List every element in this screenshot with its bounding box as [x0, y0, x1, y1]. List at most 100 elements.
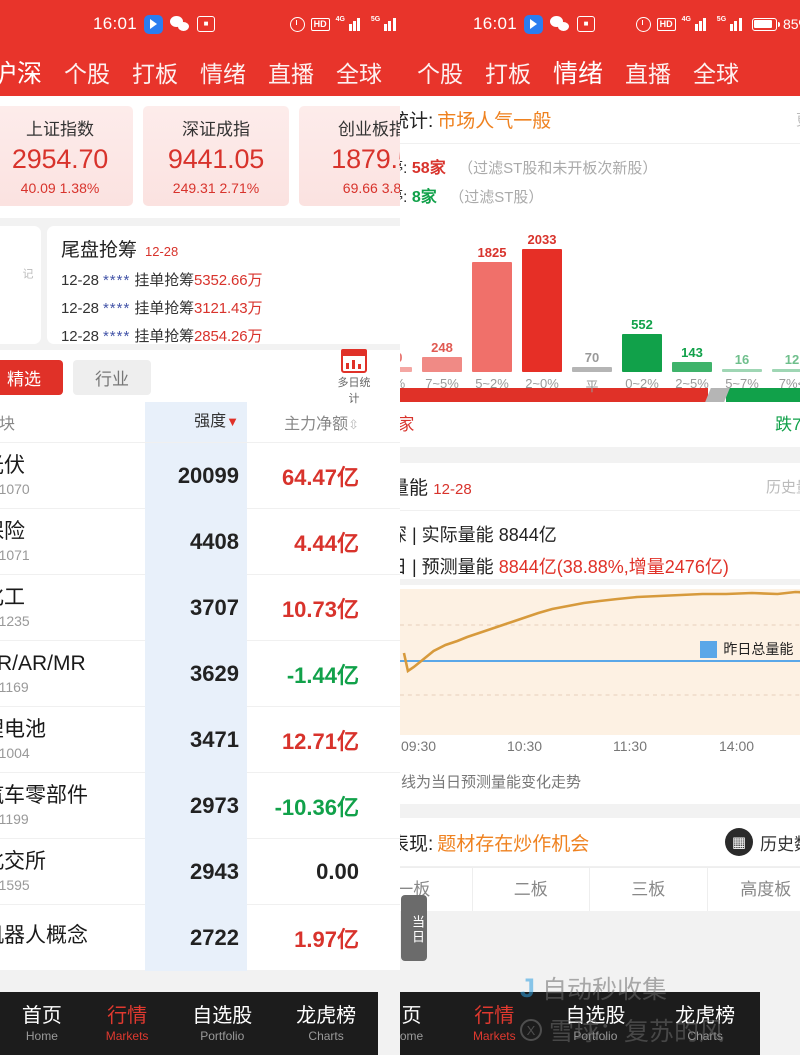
bottom-nav[interactable]: 页 ome 行情 Markets 自选股 Portfolio 龙虎榜 Chart… — [400, 992, 760, 1055]
table-row[interactable]: 化工 801235 3707 10.73亿 — [0, 574, 400, 641]
column-header-sector[interactable]: 板块 — [0, 410, 145, 434]
table-row[interactable]: 北交所 801595 2943 0.00 — [0, 838, 400, 905]
nav-tab-hushen[interactable]: 沪深 — [0, 54, 53, 90]
index-card[interactable]: 深证成指 9441.05 249.31 2.71% — [143, 106, 289, 206]
section-divider — [400, 447, 800, 463]
table-row[interactable]: 锂电池 801004 3471 12.71亿 — [0, 706, 400, 773]
row-strength: 3629 — [145, 640, 247, 707]
table-row[interactable]: 汽车零部件 801199 2973 -10.36亿 — [0, 772, 400, 839]
nav-tabs[interactable]: 沪深 个股 打板 情绪 直播 全球 — [0, 48, 400, 96]
bottom-nav-home-cn: 页 — [401, 1004, 422, 1027]
nav-tab-zhibo[interactable]: 直播 — [614, 55, 682, 89]
bar-value: 12 — [784, 352, 800, 367]
multi-day-stats-label: 多日统计 — [337, 376, 371, 405]
bottom-nav-markets-en: Markets — [472, 1028, 516, 1043]
nav-tabs[interactable]: 深 个股 打板 情绪 直播 全球 — [400, 48, 800, 96]
limit-down-line: 跌停: 8家 （过滤ST股） — [400, 183, 800, 207]
bottom-nav-charts-en: Charts — [687, 1028, 723, 1043]
sector-button[interactable]: 板块 — [391, 365, 400, 406]
bar-value: 552 — [631, 317, 653, 332]
nav-tab-gegu[interactable]: 个股 — [406, 55, 474, 89]
side-tab-handle[interactable]: 当日 — [401, 895, 427, 961]
table-row[interactable]: 光伏 801070 20099 64.47亿 — [0, 442, 400, 509]
news-item-date: 12-28 — [61, 300, 99, 317]
nav-tab-qingxu[interactable]: 情绪 — [189, 55, 257, 89]
nav-tab-gegu[interactable]: 个股 — [53, 55, 121, 89]
chip-jingxuan[interactable]: 精选 — [0, 359, 63, 395]
row-sector: 光伏 801070 — [0, 454, 145, 496]
sector-name: 锂电池 — [0, 718, 46, 742]
bar-value: 2033 — [527, 232, 557, 247]
bar-label: 7~5% — [425, 376, 459, 391]
bottom-nav-markets[interactable]: 行情 Markets — [473, 1005, 516, 1043]
column-header-strength[interactable]: 强度▼ — [145, 402, 247, 442]
nav-tab-zhibo[interactable]: 直播 — [257, 55, 325, 89]
bar-column: 2033 — [519, 232, 565, 372]
index-card[interactable]: 上证指数 2954.70 40.09 1.38% — [0, 106, 133, 206]
right-phone-screenshot: 16:01 ■ HD 4G 5G 85% — [400, 0, 800, 1055]
multi-day-stats-button[interactable]: 多日统计 — [333, 348, 375, 406]
chart-legend: 昨日总量能 63 — [700, 639, 800, 659]
status-bar-left: 16:01 ■ — [473, 14, 596, 34]
table-row[interactable]: 机器人概念 2722 1.97亿 — [0, 904, 400, 971]
app-icon — [144, 14, 164, 34]
sector-name: 光伏 — [0, 454, 25, 478]
index-name: 创业板指 — [338, 120, 400, 139]
section-divider — [400, 804, 800, 818]
bar-column: 16 — [719, 352, 765, 372]
bar-value: 1825 — [477, 245, 507, 260]
hd-icon: HD — [656, 17, 676, 31]
news-item-date: 12-28 — [61, 328, 99, 345]
nav-tab-daban[interactable]: 打板 — [474, 55, 542, 89]
row-sector: VR/AR/MR 801169 — [0, 652, 145, 694]
index-card[interactable]: 创业板指 1879.5 69.66 3.8 — [299, 106, 400, 206]
bottom-nav-markets[interactable]: 行情 Markets — [106, 1005, 149, 1043]
row-sector: 汽车零部件 801199 — [0, 784, 145, 826]
nav-tab-quanqiu[interactable]: 全球 — [682, 55, 750, 89]
bottom-nav-charts[interactable]: 龙虎榜 Charts — [675, 1005, 735, 1043]
history-data-button[interactable]: ▦ 历史数 — [725, 828, 800, 856]
news-card-previous[interactable]: 记 — [0, 226, 41, 344]
bottom-nav-portfolio[interactable]: 自选股 Portfolio — [565, 1005, 625, 1043]
column-header-netflow[interactable]: 主力净额⇳ — [247, 410, 367, 434]
volume-figures: 沪深 | 实际量能 8844亿 今日 | 预测量能 8844亿(38.88%,增… — [400, 511, 800, 579]
bar-column: 248 — [419, 340, 465, 372]
board-tab-2[interactable]: 二板 — [473, 868, 590, 911]
bottom-nav-portfolio[interactable]: 自选股 Portfolio — [192, 1005, 252, 1043]
bottom-nav-home[interactable]: 首页 Home — [22, 1005, 62, 1043]
limit-up-value: 58家 — [411, 160, 446, 177]
volume-section-header: 场量能 12-28 历史量 — [400, 463, 800, 511]
bar-value: 70 — [584, 350, 600, 365]
index-change-abs: 40.09 — [20, 180, 56, 196]
board-tabs[interactable]: 一板 二板 三板 高度板 — [400, 867, 800, 911]
sector-label: 板块 — [391, 390, 400, 406]
forecast-volume-label: 今日 | 预测量能 — [400, 557, 494, 577]
forecast-volume-value: 8844亿(38.88%,增量2476亿) — [498, 557, 729, 577]
nav-tab-daban[interactable]: 打板 — [121, 55, 189, 89]
table-row[interactable]: VR/AR/MR 801169 3629 -1.44亿 — [0, 640, 400, 707]
bottom-nav-home[interactable]: 页 ome — [400, 1005, 423, 1043]
bottom-nav-charts[interactable]: 龙虎榜 Charts — [296, 1005, 356, 1043]
limit-performance-label: 停表现: — [400, 833, 434, 855]
status-bar-left: 16:01 ■ — [93, 14, 216, 34]
chip-hangye[interactable]: 行业 — [73, 359, 151, 395]
left-viewport: 16:01 ■ HD 4G 5G 沪深 个股 打板 情绪 直播 全球 上证指数 … — [0, 0, 400, 1055]
bar-shape — [672, 362, 712, 372]
bottom-nav[interactable]: 首页 Home 行情 Markets 自选股 Portfolio 龙虎榜 Cha… — [0, 992, 378, 1055]
board-tab-3[interactable]: 三板 — [590, 868, 708, 911]
row-strength: 3707 — [145, 574, 247, 641]
sentiment-more-link[interactable]: 更 — [796, 109, 800, 130]
news-item-label: 挂单抢筹 — [134, 272, 194, 289]
volume-history-link[interactable]: 历史量 — [766, 476, 800, 497]
table-row[interactable]: 保险 801071 4408 4.44亿 — [0, 508, 400, 575]
bar-column: 110 — [400, 350, 415, 372]
bar-shape — [422, 357, 462, 372]
nav-tab-quanqiu[interactable]: 全球 — [325, 55, 393, 89]
news-card[interactable]: 尾盘抢筹 12-28 12-28 **** 挂单抢筹5352.66万 12-28 … — [47, 226, 400, 345]
nav-tab-qingxu[interactable]: 情绪 — [542, 54, 614, 90]
row-netflow: 1.97亿 — [294, 926, 359, 952]
board-tab-4[interactable]: 高度板 — [708, 868, 800, 911]
limit-performance-text: 停表现:题材存在炒作机会 — [400, 829, 589, 856]
battery-percent: 85% — [782, 16, 800, 32]
status-time: 16:01 — [93, 14, 138, 33]
